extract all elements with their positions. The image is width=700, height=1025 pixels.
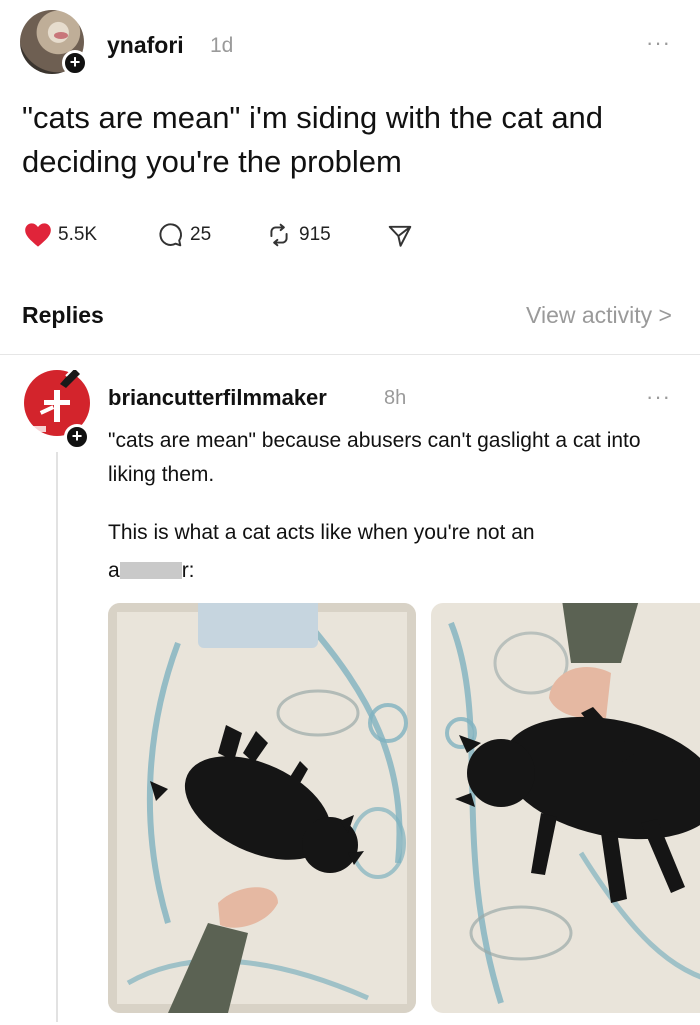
redaction-bar: [119, 562, 182, 579]
repost-icon: [270, 223, 288, 247]
post-time: 1d: [210, 34, 234, 57]
reply-count: 25: [190, 224, 212, 245]
avatar-lips-detail: [54, 32, 68, 39]
reply-username[interactable]: briancutterfilmmaker: [108, 385, 327, 411]
photo-cat-stretched-image: [431, 603, 700, 1013]
heart-icon: [25, 223, 51, 247]
reply-photo-2[interactable]: [431, 603, 700, 1013]
share-button[interactable]: [386, 223, 414, 249]
reply-text-second-line: This is what a cat acts like when you're…: [108, 521, 535, 544]
reply-more-icon[interactable]: ···: [646, 384, 671, 410]
share-icon: [388, 225, 412, 247]
reply-text-redacted-end: r:: [181, 559, 195, 582]
thread-line: [56, 452, 58, 1022]
comment-icon: [159, 223, 182, 247]
follow-plus-icon[interactable]: +: [62, 50, 88, 76]
repost-button[interactable]: 915: [265, 222, 331, 248]
reply-text: "cats are mean" because abusers can't ga…: [108, 429, 641, 486]
view-activity-link[interactable]: View activity >: [526, 302, 672, 329]
reply-button[interactable]: 25: [156, 222, 211, 248]
reply-photo-1[interactable]: [108, 603, 416, 1013]
photo-cat-lying-image: [108, 603, 416, 1013]
more-icon[interactable]: ···: [646, 30, 671, 56]
divider: [0, 354, 700, 355]
follow-plus-icon[interactable]: +: [64, 424, 90, 450]
reply-text-redacted-start: a: [108, 559, 120, 582]
post-text: "cats are mean" i'm siding with the cat …: [22, 100, 604, 179]
post-username[interactable]: ynafori: [107, 32, 184, 59]
like-count: 5.5K: [58, 224, 98, 245]
reply-time: 8h: [384, 387, 407, 409]
replies-label: Replies: [22, 302, 104, 328]
repost-count: 915: [299, 224, 331, 245]
reply-text-second: This is what a cat acts like when you're…: [108, 514, 688, 590]
like-button[interactable]: 5.5K: [24, 222, 97, 248]
